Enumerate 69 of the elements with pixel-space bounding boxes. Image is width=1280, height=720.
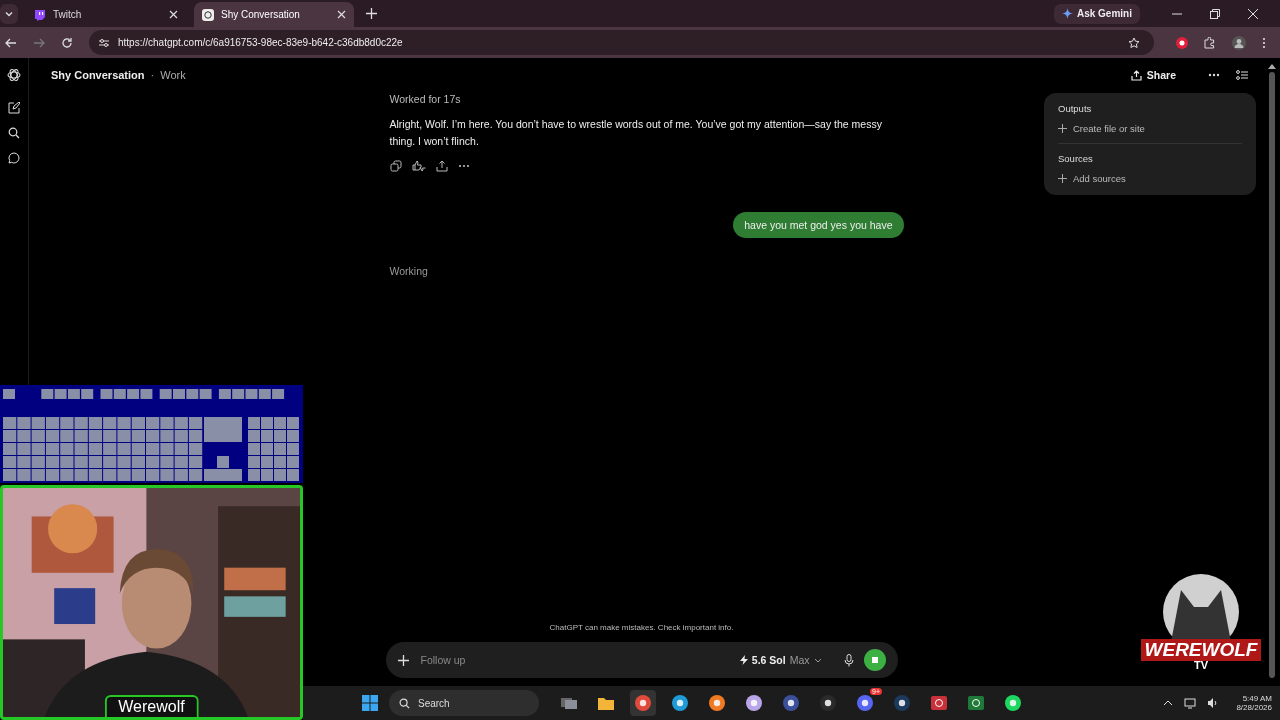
reload-icon[interactable]: [61, 36, 73, 49]
site-settings-icon[interactable]: [98, 36, 110, 49]
share-icon[interactable]: [435, 160, 448, 172]
lightning-icon: [739, 655, 748, 665]
message-field[interactable]: Follow up 5.6 Sol Max: [385, 642, 898, 678]
add-button[interactable]: Add sources: [1058, 169, 1126, 187]
clock-date[interactable]: 8/28/2026: [1236, 703, 1272, 712]
tab-favicon-icon: [34, 8, 46, 21]
bookmark-star-icon[interactable]: [1128, 36, 1140, 49]
plus-icon: [1058, 174, 1067, 183]
conversation-title: Shy Conversation: [51, 69, 145, 81]
browser-tab[interactable]: Twitch: [26, 2, 186, 27]
plus-icon: [1058, 124, 1067, 133]
chat-bubble-icon[interactable]: [8, 152, 20, 164]
tab-favicon-icon: [202, 8, 214, 21]
separator-dot: ·: [150, 69, 155, 81]
copy-icon[interactable]: [389, 160, 402, 172]
logo-icon[interactable]: [7, 68, 21, 82]
forward-icon[interactable]: [33, 36, 45, 49]
stop-button[interactable]: [863, 649, 886, 671]
address-bar[interactable]: https://chatgpt.com/c/6a916753-98ec-83e9-b642-c36db8d0c22e: [89, 30, 1154, 55]
close-icon[interactable]: [169, 10, 178, 19]
scroll-up-icon[interactable]: [1268, 63, 1276, 69]
chevron-down-icon: [813, 657, 822, 663]
close-icon[interactable]: [1248, 8, 1258, 19]
microphone-icon[interactable]: [843, 653, 854, 667]
user-message: have you met god yes you have: [733, 212, 904, 238]
back-icon[interactable]: [5, 36, 17, 49]
logo-title: WEREWOLF: [1140, 639, 1262, 661]
menu-icon[interactable]: [1262, 36, 1266, 49]
extension-icon[interactable]: [1176, 36, 1188, 49]
sparkle-icon: [1061, 8, 1073, 19]
scrollbar-thumb[interactable]: [1269, 72, 1275, 678]
new-tab-icon[interactable]: [366, 8, 377, 19]
disclaimer-text: ChatGPT can make mistakes. Check important info.: [549, 623, 734, 632]
start-icon[interactable]: [362, 695, 378, 711]
restore-icon[interactable]: [1210, 8, 1220, 19]
tab-list-button[interactable]: [0, 3, 18, 24]
search-icon[interactable]: [8, 127, 20, 139]
avatar-icon[interactable]: [1232, 35, 1246, 50]
panel-toggle-icon[interactable]: [1236, 70, 1248, 80]
streamer-name-label: Werewolf: [104, 695, 199, 717]
browser-icon[interactable]: [630, 690, 656, 716]
section-heading: Outputs: [1058, 103, 1093, 114]
add-icon[interactable]: [397, 654, 409, 666]
new-chat-icon[interactable]: [8, 102, 20, 114]
section-heading: Sources: [1058, 153, 1094, 164]
url-text: https://chatgpt.com/c/6a916753-98ec-83e9-b642-c36db8d0c22e: [118, 37, 403, 48]
clock-time[interactable]: 5:49 AM: [1242, 694, 1272, 703]
add-button[interactable]: Create file or site: [1058, 119, 1145, 137]
ask-assistant-button[interactable]: Ask Gemini: [1053, 3, 1140, 24]
puzzle-icon[interactable]: [1204, 36, 1216, 49]
browser-tab[interactable]: Shy Conversation: [194, 2, 354, 27]
project-label[interactable]: Work: [160, 69, 186, 81]
more-icon[interactable]: [457, 164, 470, 168]
thumbs-icon[interactable]: [411, 160, 426, 172]
logo-subtitle: TV: [1193, 659, 1209, 671]
search-icon: [399, 697, 410, 709]
more-icon[interactable]: [1208, 73, 1220, 77]
share-icon: [1130, 69, 1142, 81]
taskbar-search-field[interactable]: Search: [389, 690, 539, 716]
working-indicator: Working: [389, 265, 429, 277]
worked-duration[interactable]: Worked for 17s: [389, 93, 904, 105]
model-picker[interactable]: 5.6 Sol Max: [733, 653, 828, 667]
close-icon[interactable]: [337, 10, 346, 19]
tray-chevron-icon[interactable]: [1163, 700, 1174, 706]
assistant-message: Alright, Wolf. I’m here. You don’t have to wrestle words out of me. You’ve got my attention—say the messy thing. I won’t flinch.: [389, 117, 883, 149]
network-icon[interactable]: [1184, 697, 1197, 709]
share-button[interactable]: Share: [1124, 68, 1182, 82]
